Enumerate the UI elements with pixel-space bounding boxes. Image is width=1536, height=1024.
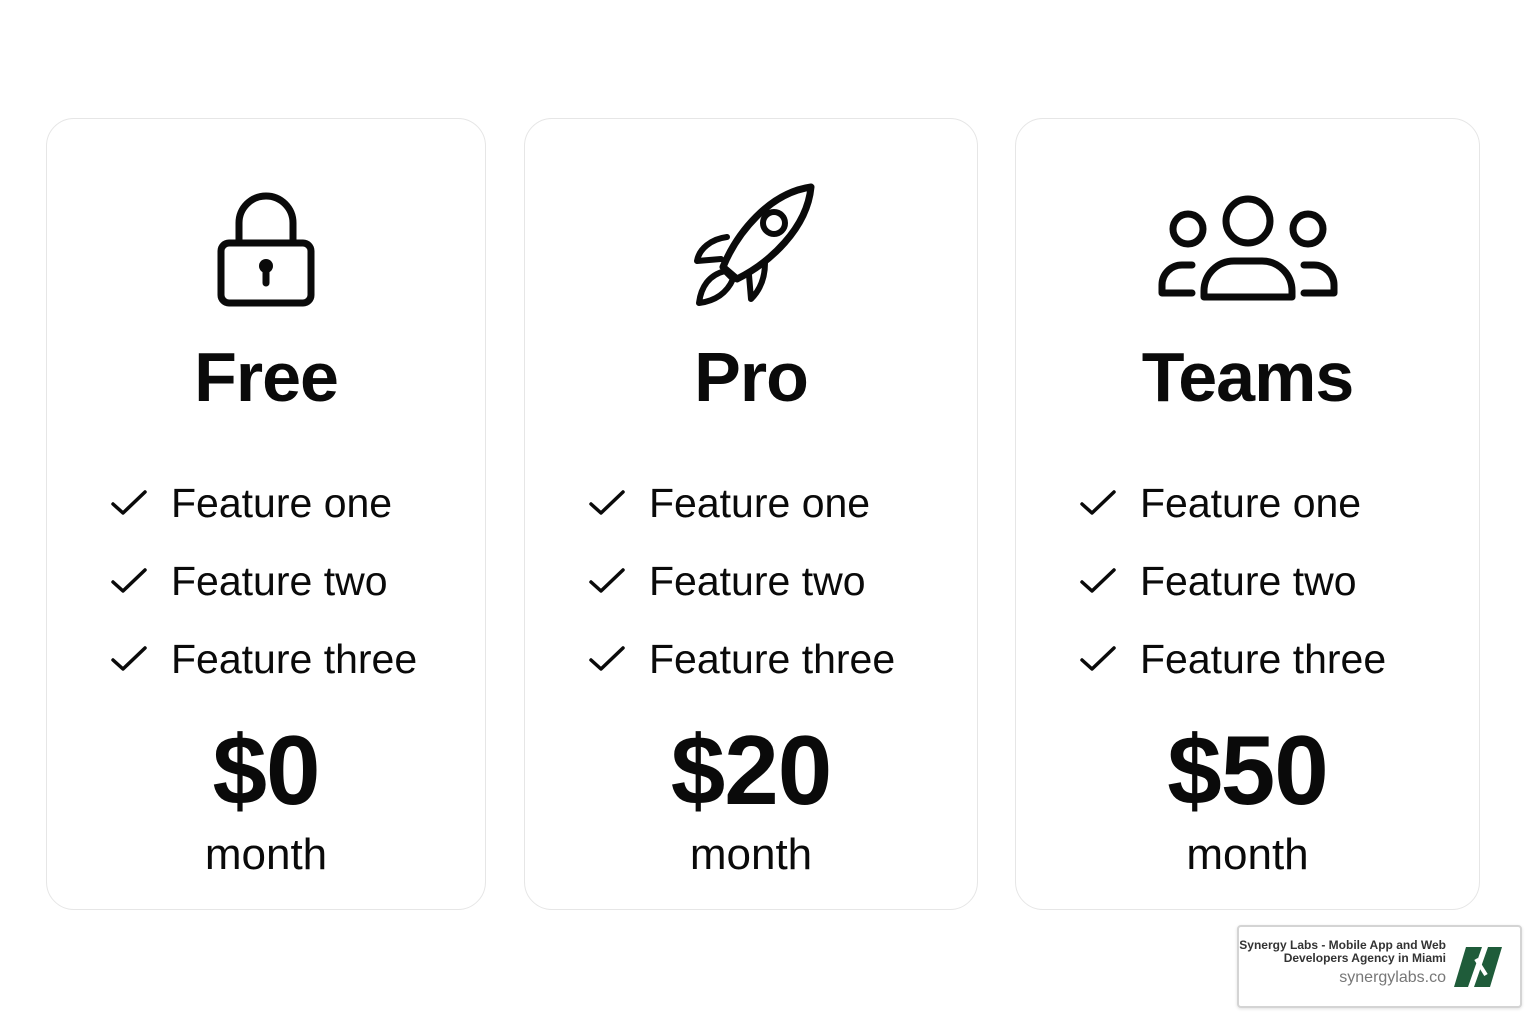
pricing-card-pro: Pro Feature one Feature two Feature thre… — [524, 118, 978, 910]
feature-item: Feature two — [109, 542, 417, 620]
lock-icon — [166, 179, 366, 313]
feature-label: Feature three — [1140, 636, 1387, 682]
watermark-badge[interactable]: Synergy Labs - Mobile App and Web Develo… — [1237, 925, 1522, 1008]
feature-label: Feature two — [649, 558, 866, 604]
feature-item: Feature three — [587, 620, 895, 698]
watermark-title: Synergy Labs - Mobile App and Web Develo… — [1239, 938, 1446, 965]
feature-item: Feature three — [109, 620, 417, 698]
check-icon — [589, 646, 625, 671]
feature-item: Feature three — [1078, 620, 1386, 698]
check-icon — [1080, 568, 1116, 593]
check-icon — [589, 568, 625, 593]
feature-label: Feature one — [1140, 480, 1362, 526]
feature-item: Feature two — [587, 542, 895, 620]
check-icon — [1080, 646, 1116, 671]
plan-name: Free — [194, 338, 339, 416]
rocket-icon — [651, 179, 851, 313]
feature-label: Feature two — [171, 558, 388, 604]
price-period: month — [689, 830, 813, 879]
check-icon — [111, 568, 147, 593]
plan-name: Pro — [694, 338, 809, 416]
feature-label: Feature one — [649, 480, 871, 526]
check-icon — [1080, 490, 1116, 515]
pricing-card-free: Free Feature one Feature two Feature thr… — [46, 118, 486, 910]
check-icon — [111, 646, 147, 671]
feature-list: Feature one Feature two Feature three — [1078, 464, 1386, 698]
price-period: month — [1186, 830, 1309, 879]
feature-list: Feature one Feature two Feature three — [109, 464, 417, 698]
feature-item: Feature one — [109, 464, 417, 542]
plan-name: Teams — [1141, 338, 1355, 416]
feature-label: Feature two — [1140, 558, 1357, 604]
feature-item: Feature one — [1078, 464, 1386, 542]
synergy-logo-icon — [1454, 947, 1502, 987]
feature-list: Feature one Feature two Feature three — [587, 464, 895, 698]
check-icon — [111, 490, 147, 515]
feature-label: Feature three — [171, 636, 418, 682]
feature-label: Feature three — [649, 636, 896, 682]
users-icon — [1148, 179, 1348, 313]
price-amount: $20 — [670, 715, 833, 825]
price-period: month — [204, 830, 328, 879]
feature-item: Feature two — [1078, 542, 1386, 620]
check-icon — [589, 490, 625, 515]
watermark-url[interactable]: synergylabs.co — [1339, 969, 1446, 987]
feature-item: Feature one — [587, 464, 895, 542]
feature-label: Feature one — [171, 480, 393, 526]
pricing-card-teams: Teams Feature one Feature two Feature th… — [1015, 118, 1480, 910]
price-amount: $50 — [1167, 715, 1329, 825]
price-amount: $0 — [212, 715, 320, 825]
